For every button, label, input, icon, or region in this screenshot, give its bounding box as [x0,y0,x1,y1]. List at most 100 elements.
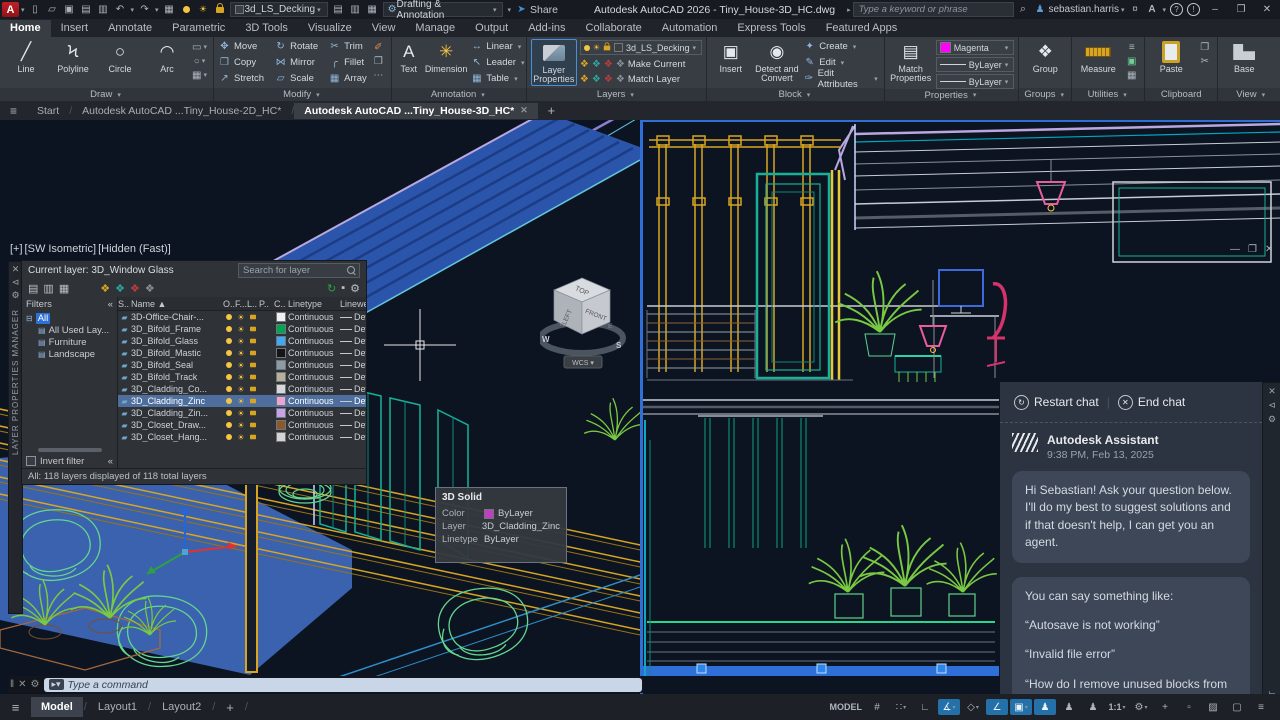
edit-attributes-button[interactable]: ✑Edit Attributes▾ [803,71,879,86]
redo-icon-caret[interactable]: ▾ [155,6,159,14]
tab-layout2[interactable]: Layout2 [152,697,211,717]
layer-row[interactable]: ▰3D_Cladding_Zin...☀ContinuousDefa... [118,407,366,419]
otrack-icon[interactable]: ∠ [986,699,1008,715]
detect-convert-button[interactable]: ◉Detect and Convert [754,39,801,84]
layer-freeze-icon[interactable]: ☀ [235,337,247,346]
pause-icon[interactable]: ▪ [341,282,345,294]
clean-screen-icon[interactable]: ▢ [1226,699,1248,715]
layer-freeze-icon[interactable]: ☀ [235,361,247,370]
workspace-dropdown[interactable]: ⚙Drafting & Annotation▾ [383,2,504,17]
layer-lineweight[interactable]: Defa... [340,348,366,358]
layer-lineweight[interactable]: Defa... [340,360,366,370]
search-icon[interactable]: ⌕ [1015,3,1030,16]
share-icon[interactable]: ➤ [514,3,529,16]
arc-button[interactable]: ◠Arc [145,39,189,74]
layer-lineweight[interactable]: Defa... [340,324,366,334]
filters-collapse-icon[interactable]: « [108,299,113,310]
hatch-icon[interactable]: ▦▾ [193,69,208,81]
annotation-visibility-icon[interactable]: ♟ [1034,699,1056,715]
file-tab-1[interactable]: Autodesk AutoCAD ...Tiny_House-2D_HC* [72,103,291,119]
drawing-restore-icon[interactable]: ❐ [1248,244,1257,255]
grip-point[interactable] [697,664,706,673]
layer-table-header[interactable]: S..Name ▲O..F...L..P..C..LinetypeLinewei… [118,297,366,311]
notifications-icon[interactable]: ! [1186,3,1201,16]
linetype-dropdown[interactable]: ByLayer▾ [936,74,1015,89]
layers-panel-footer[interactable]: Layers▾ [527,88,706,101]
layer-color-swatch[interactable] [274,372,288,382]
palette-autohide-icon[interactable]: ⊲ [12,277,20,287]
invert-collapse-icon[interactable]: « [108,456,113,467]
drawing-minimize-icon[interactable]: — [1230,244,1240,255]
layer-on-icon[interactable] [179,3,194,16]
layer-color-swatch[interactable] [274,396,288,406]
tab-layout1[interactable]: Layout1 [88,697,147,717]
annotation-panel-footer[interactable]: Annotation▾ [392,88,526,101]
rectangle-icon[interactable]: ▭▾ [193,41,208,53]
layer-color-swatch[interactable] [274,420,288,430]
save-state-icon[interactable]: ▥ [348,3,363,16]
utilities-panel-footer[interactable]: Utilities▾ [1072,88,1144,101]
ellipse-icon[interactable]: ○▾ [193,55,208,67]
column-c-[interactable]: C.. [274,299,288,309]
new-layer-frozen-icon[interactable]: ▥ [43,282,53,295]
layer-color-swatch[interactable] [274,336,288,346]
filters-scrollbar[interactable] [38,448,102,452]
layer-state-2-icon[interactable]: ❖ [115,282,125,295]
column-o-[interactable]: O.. [223,299,235,309]
layer-lineweight[interactable]: Defa... [340,396,366,406]
layer-lock-icon[interactable] [247,420,259,430]
assistant-autohide-icon[interactable]: ⊲ [1268,400,1276,410]
restore-button[interactable]: ❐ [1228,0,1254,19]
layer-color-swatch[interactable] [274,348,288,358]
view-panel-footer[interactable]: View▾◥ [1218,88,1280,101]
layer-freeze-icon[interactable]: ☀ [235,373,247,382]
isolate-objects-icon[interactable]: ▫ [1178,699,1200,715]
erase-icon[interactable]: ✐ [371,41,386,53]
layer-row[interactable]: ▰3D_Bifold_Glass☀ContinuousDefa... [118,335,366,347]
match-properties-button[interactable]: ▤Match Properties [889,39,933,84]
layer-freeze-icon[interactable]: ☀ [235,349,247,358]
properties-panel-footer[interactable]: Properties▾ [885,89,1019,101]
layer-linetype[interactable]: Continuous [288,372,340,382]
layer-on-icon[interactable] [223,360,235,370]
customize-icon[interactable]: ≡ [1250,699,1272,715]
layer-on-icon[interactable] [223,312,235,322]
grip-point[interactable] [817,664,826,673]
settings-gear-icon[interactable]: ⚙ [350,282,360,295]
make-current-button[interactable]: ❖❖❖❖Make Current [580,57,702,72]
grid-icon[interactable]: # [866,699,888,715]
layer-lineweight[interactable]: Defa... [340,408,366,418]
layer-linetype[interactable]: Continuous [288,384,340,394]
layer-lock-icon[interactable] [247,396,259,406]
layer-linetype[interactable]: Continuous [288,420,340,430]
tab-model[interactable]: Model [31,697,83,717]
layer-freeze-icon[interactable]: ☀ [235,325,247,334]
assistant-properties-icon[interactable]: ⚙ [1268,414,1276,424]
new-layer-icon[interactable]: ▤ [28,282,38,295]
ribbon-tab-express-tools[interactable]: Express Tools [727,20,815,37]
file-tab-2[interactable]: Autodesk AutoCAD ...Tiny_House-3D_HC*✕ [294,103,538,119]
file-tab-menu-icon[interactable]: ≡ [6,104,21,117]
linear-button[interactable]: ↔Linear▾ [470,39,526,54]
column-l-[interactable]: L.. [247,299,259,309]
create-button[interactable]: ✦Create▾ [803,39,879,54]
palette-close-icon[interactable]: ✕ [12,264,20,274]
cut-icon[interactable]: ✂ [1197,55,1212,67]
ribbon-tab-automation[interactable]: Automation [652,20,728,37]
layer-on-icon[interactable] [223,348,235,358]
layer-row[interactable]: ▰3D_Bifold_Mastic☀ContinuousDefa... [118,347,366,359]
layer-row[interactable]: ▰3D_Cladding_Co...☀ContinuousDefa... [118,383,366,395]
layer-lock-icon[interactable] [247,324,259,334]
filter-all-used-lay-[interactable]: ▤All Used Lay... [26,324,117,336]
ribbon-tab-manage[interactable]: Manage [405,20,465,37]
annotation-scale[interactable]: 1:1▾ [1106,699,1128,715]
layer-lineweight[interactable]: Defa... [340,312,366,322]
layer-linetype[interactable]: Continuous [288,396,340,406]
table-button[interactable]: ▦Table▾ [470,71,526,86]
ribbon-tab-home[interactable]: Home [0,20,51,37]
layer-lock-icon[interactable] [247,360,259,370]
qat-customize-caret-icon[interactable]: ▾ [507,6,511,14]
layer-freeze-icon[interactable]: ☀ [235,385,247,394]
layer-state-icon[interactable]: ▤ [331,3,346,16]
share-label[interactable]: Share [530,4,558,16]
